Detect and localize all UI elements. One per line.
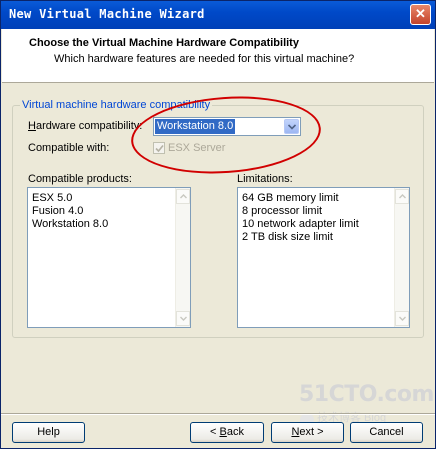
list-item: Fusion 4.0 bbox=[32, 205, 84, 217]
hardware-label-text: ardware compatibility: bbox=[35, 120, 143, 132]
limitations-list[interactable]: 64 GB memory limit 8 processor limit 10 … bbox=[237, 187, 410, 328]
scroll-down-icon bbox=[399, 316, 406, 321]
list-item: ESX 5.0 bbox=[32, 192, 73, 204]
next-text: ext > bbox=[299, 426, 324, 438]
wizard-header: Choose the Virtual Machine Hardware Comp… bbox=[2, 29, 434, 83]
compatible-products-label: Compatible products: bbox=[28, 173, 132, 185]
help-button[interactable]: Help bbox=[12, 422, 85, 443]
products-scrollbar[interactable] bbox=[175, 188, 190, 327]
compatible-with-label: Compatible with: bbox=[28, 142, 110, 154]
compatible-products-list[interactable]: ESX 5.0 Fusion 4.0 Workstation 8.0 bbox=[27, 187, 191, 328]
scroll-up-button[interactable] bbox=[395, 189, 409, 204]
scroll-up-icon bbox=[180, 194, 187, 199]
watermark-site: 51CTO.com bbox=[299, 382, 434, 407]
list-item: Workstation 8.0 bbox=[32, 218, 109, 230]
back-button[interactable]: < Back bbox=[190, 422, 264, 443]
back-text: ack bbox=[226, 426, 244, 438]
back-access-key: B bbox=[219, 426, 227, 438]
close-icon: ✕ bbox=[415, 6, 426, 21]
window-title: New Virtual Machine Wizard bbox=[9, 7, 205, 21]
scroll-down-icon bbox=[180, 316, 187, 321]
scroll-up-icon bbox=[399, 194, 406, 199]
scroll-down-button[interactable] bbox=[395, 311, 409, 326]
scroll-up-button[interactable] bbox=[176, 189, 190, 204]
list-item: 64 GB memory limit bbox=[242, 192, 339, 204]
list-item: 8 processor limit bbox=[242, 205, 323, 217]
scroll-down-button[interactable] bbox=[176, 311, 190, 326]
back-prefix: < bbox=[210, 426, 220, 438]
hardware-label-access-key: H bbox=[28, 120, 36, 132]
footer-divider bbox=[1, 413, 435, 415]
close-button[interactable]: ✕ bbox=[410, 4, 431, 25]
title-bar[interactable]: New Virtual Machine Wizard ✕ bbox=[1, 1, 435, 29]
next-button[interactable]: Next > bbox=[271, 422, 344, 443]
wizard-window: New Virtual Machine Wizard ✕ Choose the … bbox=[0, 0, 436, 449]
limitations-scrollbar[interactable] bbox=[394, 188, 409, 327]
list-item: 2 TB disk size limit bbox=[242, 231, 333, 243]
cancel-button[interactable]: Cancel bbox=[350, 422, 423, 443]
limitations-label: Limitations: bbox=[237, 173, 293, 185]
hardware-compatibility-label: Hardware compatibility: bbox=[28, 120, 142, 132]
page-subtitle: Which hardware features are needed for t… bbox=[54, 53, 355, 65]
list-item: 10 network adapter limit bbox=[242, 218, 359, 230]
page-title: Choose the Virtual Machine Hardware Comp… bbox=[29, 37, 299, 49]
